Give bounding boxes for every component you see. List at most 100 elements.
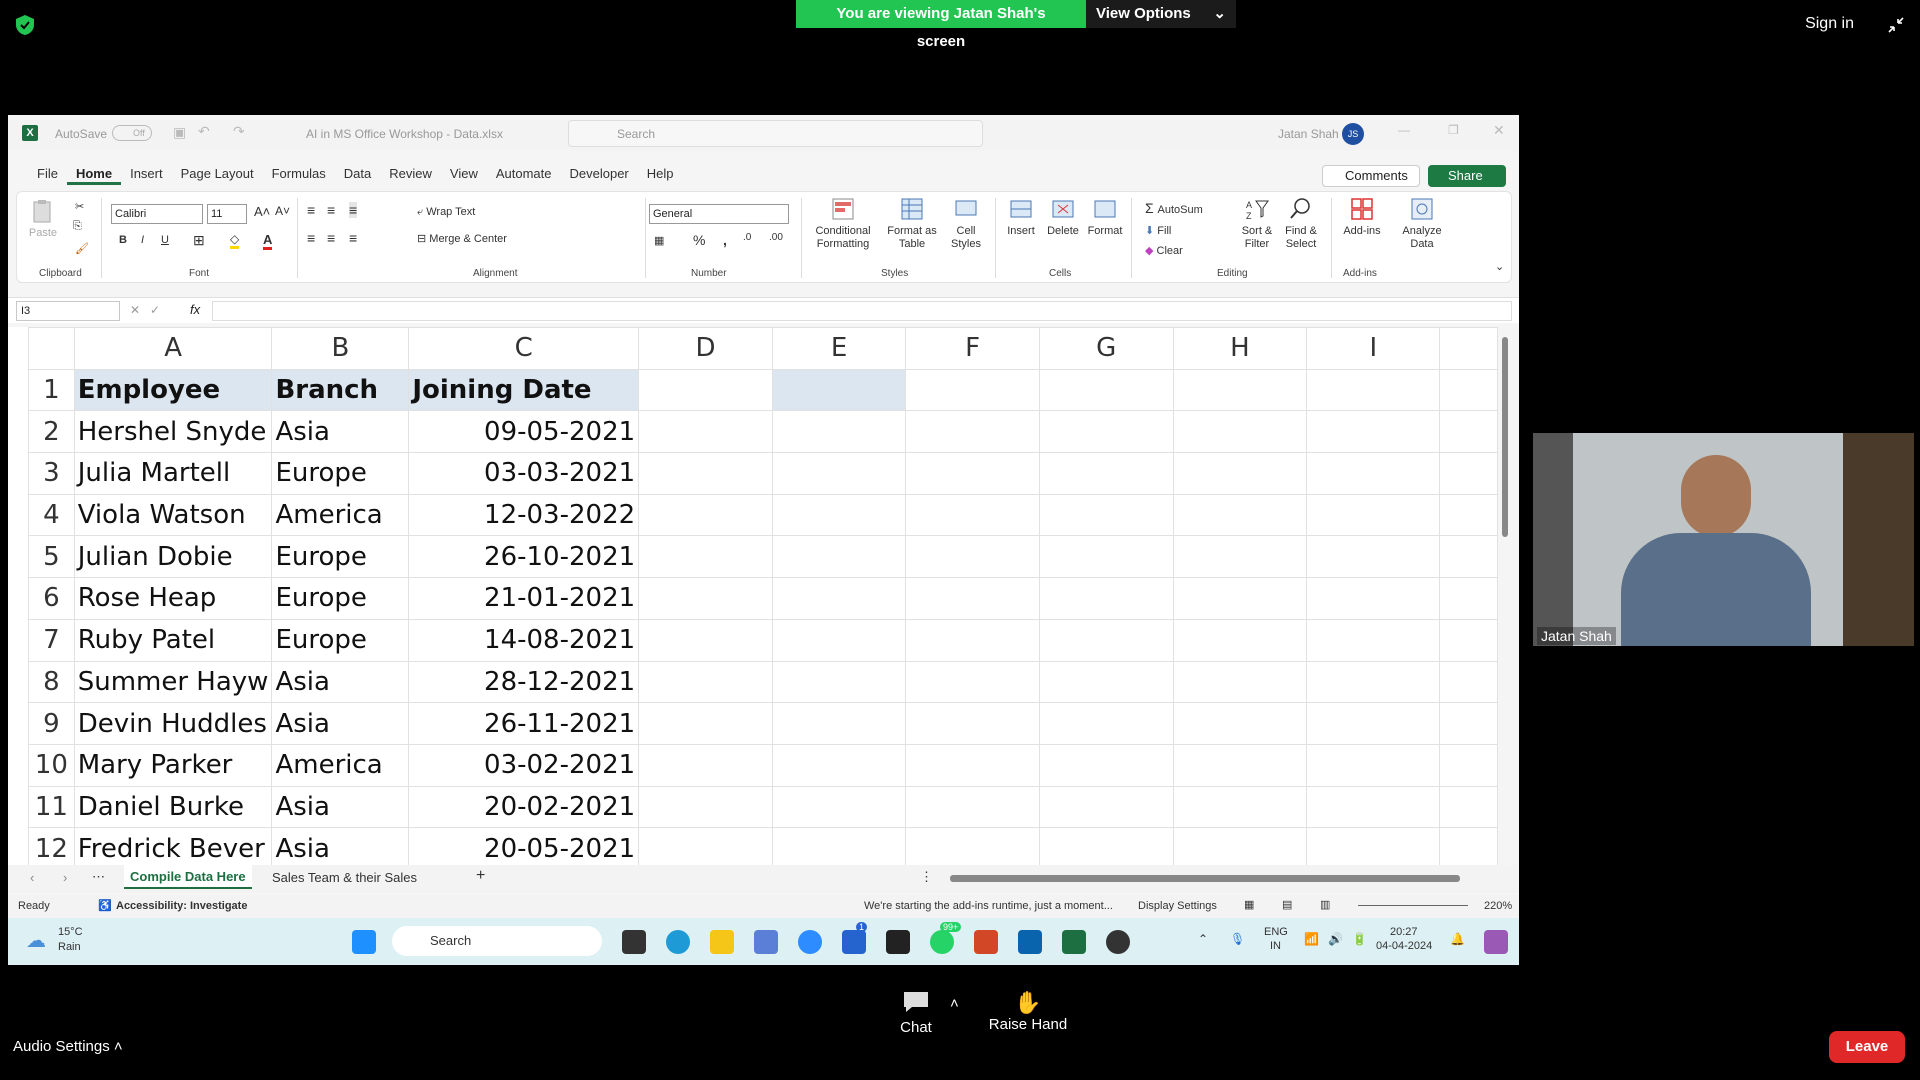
share-button[interactable]: Share [1428, 165, 1506, 187]
employee-cell[interactable]: Julia Martell [73, 452, 273, 495]
language-code[interactable]: ENG [1264, 926, 1288, 938]
cell[interactable] [771, 785, 907, 829]
cell[interactable] [1439, 827, 1498, 865]
delete-cells-button[interactable]: Delete [1043, 196, 1083, 238]
edge-icon[interactable] [666, 930, 690, 954]
number-format-select[interactable]: General [649, 204, 789, 224]
cell[interactable] [905, 577, 1040, 620]
employee-cell[interactable]: Summer Hayw [73, 660, 273, 704]
cell[interactable] [1172, 827, 1308, 865]
align-bottom-icon[interactable]: ≡ [349, 202, 358, 218]
cell[interactable] [771, 493, 907, 537]
scrollbar-thumb[interactable] [1502, 337, 1508, 537]
branch-cell[interactable]: Europe [271, 618, 410, 662]
branch-cell[interactable]: Europe [271, 452, 410, 495]
whatsapp-icon[interactable]: 99+ [930, 922, 962, 954]
cell[interactable] [1439, 660, 1498, 704]
tab-insert[interactable]: Insert [121, 163, 172, 185]
cell[interactable] [1306, 785, 1441, 829]
branch-cell[interactable]: America [271, 493, 410, 537]
cell[interactable] [1306, 493, 1441, 537]
cell[interactable] [1172, 452, 1308, 495]
column-header[interactable]: H [1172, 327, 1308, 370]
cell[interactable] [771, 618, 907, 662]
clock-date[interactable]: 04-04-2024 [1376, 940, 1432, 952]
accounting-format-icon[interactable]: ▦ [654, 234, 664, 247]
cell[interactable] [638, 410, 773, 454]
joining-date-cell[interactable]: 26-11-2021 [408, 702, 640, 745]
percent-icon[interactable]: % [693, 232, 705, 248]
bold-icon[interactable]: B [119, 234, 127, 246]
cell[interactable] [1439, 452, 1498, 495]
document-title[interactable]: AI in MS Office Workshop - Data.xlsx [306, 127, 503, 141]
align-top-icon[interactable]: ≡ [307, 202, 315, 218]
column-header[interactable]: F [905, 327, 1040, 370]
copy-icon[interactable]: ⎘ [73, 220, 82, 233]
vertical-scrollbar[interactable] [1499, 325, 1511, 863]
cell[interactable] [905, 702, 1040, 745]
more-sheets-icon[interactable]: ⋯ [92, 869, 105, 885]
branch-cell[interactable]: Asia [271, 702, 410, 745]
cell[interactable] [1306, 618, 1441, 662]
taskbar-search[interactable]: Search [392, 926, 602, 956]
task-view-icon[interactable] [622, 930, 646, 954]
cell[interactable] [1172, 660, 1308, 704]
cell[interactable] [638, 743, 773, 787]
comments-button[interactable]: Comments [1322, 165, 1420, 187]
branch-cell[interactable]: America [271, 743, 410, 787]
tab-review[interactable]: Review [380, 163, 441, 185]
wrap-text-button[interactable]: ⤶ Wrap Text [417, 206, 475, 219]
zoom-level[interactable]: 220% [1484, 900, 1512, 912]
close-icon[interactable]: ✕ [1493, 122, 1505, 139]
outlook-icon[interactable] [1018, 930, 1042, 954]
chevron-up-icon[interactable]: ˄ [950, 995, 959, 1012]
font-color-icon[interactable]: A [263, 232, 273, 250]
fill-color-icon[interactable]: ◇ [230, 232, 240, 249]
cell[interactable] [1038, 368, 1174, 412]
employee-cell[interactable]: Ruby Patel [73, 618, 273, 662]
todo-icon[interactable]: 1 [842, 922, 868, 954]
collapse-ribbon-icon[interactable]: ⌄ [1495, 260, 1504, 273]
clock-time[interactable]: 20:27 [1390, 926, 1418, 938]
cell[interactable] [638, 618, 773, 662]
cell[interactable] [771, 702, 907, 745]
branch-cell[interactable]: Asia [271, 827, 410, 865]
row-header[interactable]: 8 [28, 660, 75, 704]
avatar[interactable]: JS [1342, 123, 1364, 145]
cell[interactable] [1038, 493, 1174, 537]
cell[interactable] [771, 535, 907, 579]
cell[interactable] [638, 577, 773, 620]
cell[interactable] [771, 660, 907, 704]
cell[interactable] [1172, 493, 1308, 537]
cell[interactable] [1306, 827, 1441, 865]
cell[interactable] [1439, 410, 1498, 454]
cell[interactable] [638, 660, 773, 704]
participant-video[interactable]: Jatan Shah [1533, 433, 1914, 646]
underline-icon[interactable]: U [161, 234, 169, 246]
header-cell-branch[interactable]: Branch [271, 368, 410, 412]
cell[interactable] [1439, 493, 1498, 537]
add-sheet-icon[interactable]: + [476, 867, 485, 885]
cell[interactable] [905, 493, 1040, 537]
sign-in-button[interactable]: Sign in [1805, 15, 1854, 33]
row-header[interactable]: 7 [28, 618, 75, 662]
cell[interactable] [905, 743, 1040, 787]
joining-date-cell[interactable]: 03-03-2021 [408, 452, 640, 495]
raise-hand-button[interactable]: ✋ Raise Hand [988, 990, 1068, 1033]
cell[interactable] [1038, 702, 1174, 745]
cell[interactable] [905, 618, 1040, 662]
undo-icon[interactable]: ↶ [198, 123, 210, 140]
row-header[interactable]: 3 [28, 452, 75, 495]
joining-date-cell[interactable]: 14-08-2021 [408, 618, 640, 662]
sheet-tab-compile-data[interactable]: Compile Data Here [124, 865, 252, 889]
cell[interactable] [1172, 702, 1308, 745]
cell[interactable] [905, 785, 1040, 829]
cell[interactable] [1172, 618, 1308, 662]
header-cell-joining-date[interactable]: Joining Date [408, 368, 640, 412]
sheet-tab-sales-team[interactable]: Sales Team & their Sales [272, 870, 417, 885]
fill-button[interactable]: ⬇ Fill [1145, 224, 1171, 237]
cell[interactable] [1172, 368, 1308, 412]
cell[interactable] [1038, 827, 1174, 865]
cell-styles-button[interactable]: Cell Styles [941, 196, 991, 251]
paste-button[interactable]: Paste [25, 198, 61, 240]
